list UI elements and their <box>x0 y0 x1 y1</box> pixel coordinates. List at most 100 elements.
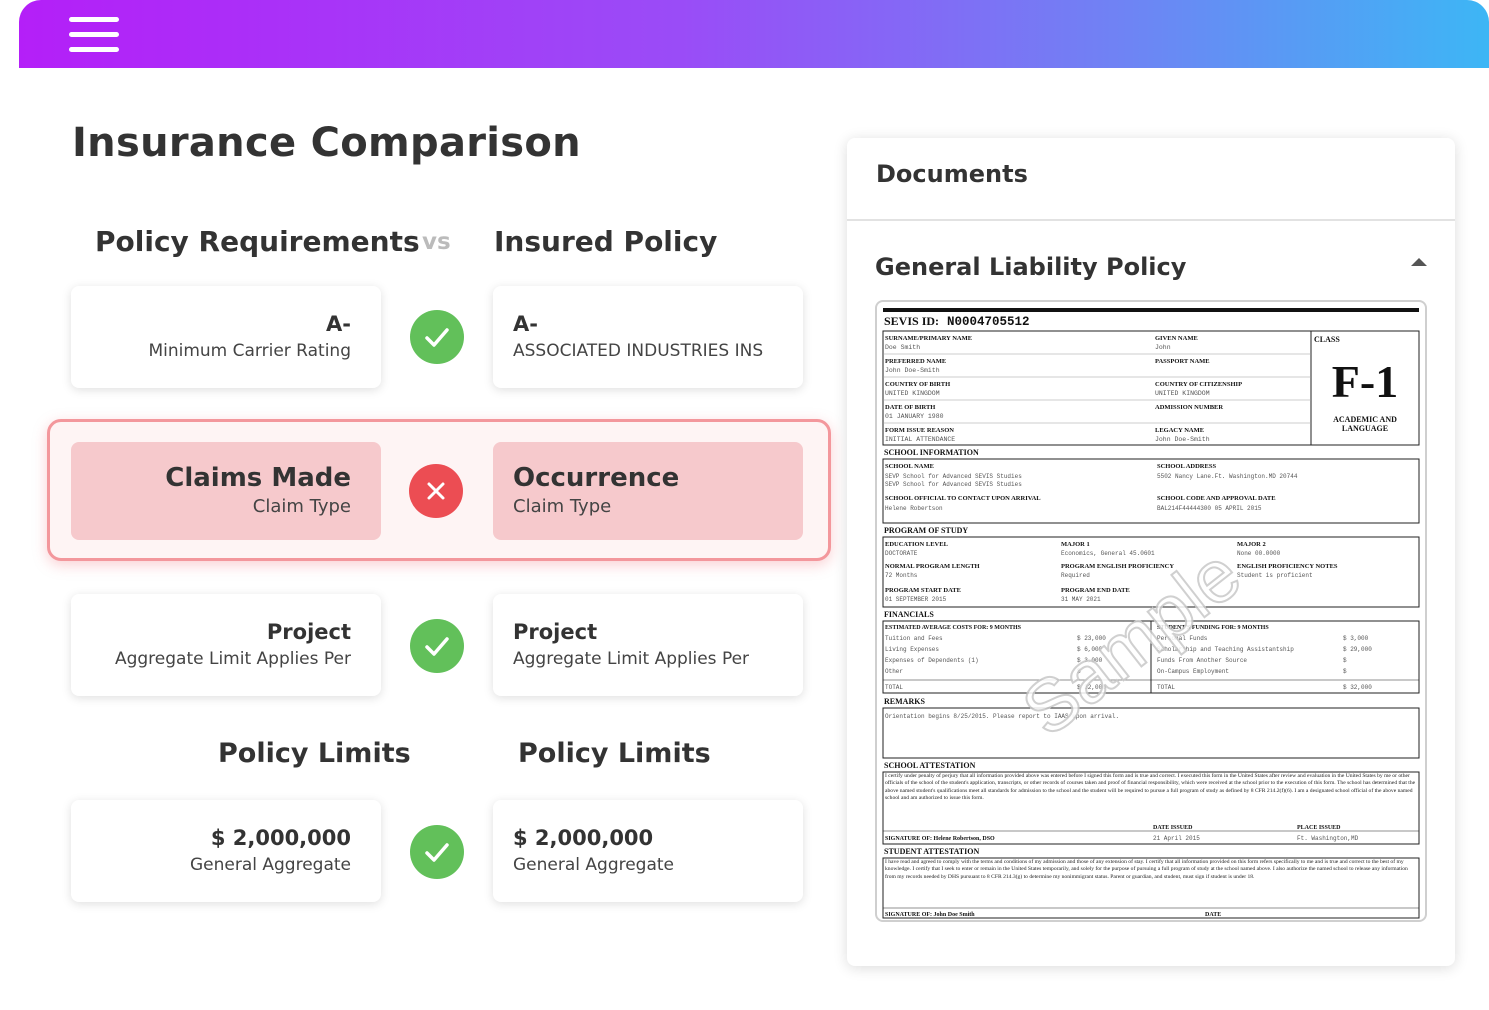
requirement-card-claim-type[interactable]: Claims Made Claim Type <box>71 442 381 540</box>
field-label: MAJOR 2 <box>1237 541 1266 548</box>
insured-card-claim-type[interactable]: Occurrence Claim Type <box>493 442 803 540</box>
class-label: CLASS <box>1314 335 1340 344</box>
requirement-card-carrier-rating[interactable]: A- Minimum Carrier Rating <box>71 286 381 388</box>
insured-value: Project <box>513 620 598 644</box>
insured-value: $ 2,000,000 <box>513 826 654 850</box>
date-label: DATE <box>1205 912 1221 918</box>
field-label: ENGLISH PROFICIENCY NOTES <box>1237 563 1338 570</box>
requirement-label: General Aggregate <box>189 855 351 875</box>
field-value: INITIAL ATTENDANCE <box>885 436 955 443</box>
cost-item: TOTAL <box>885 684 903 691</box>
place-issued: Ft. Washington,MD <box>1297 835 1359 842</box>
field-value: Required <box>1061 572 1090 579</box>
insured-value: Occurrence <box>513 463 680 493</box>
requirement-label: Claim Type <box>252 496 351 517</box>
requirement-card-general-aggregate[interactable]: $ 2,000,000 General Aggregate <box>71 800 381 902</box>
document-item-title[interactable]: General Liability Policy <box>875 253 1186 281</box>
field-value: None 00.0000 <box>1237 550 1281 557</box>
field-value: 01 SEPTEMBER 2015 <box>885 596 947 603</box>
field-label: LEGACY NAME <box>1155 427 1204 434</box>
field-value: John Doe-Smith <box>1155 436 1210 443</box>
field-label: SCHOOL NAME <box>885 463 934 470</box>
field-label: NORMAL PROGRAM LENGTH <box>885 563 980 570</box>
requirement-value: Project <box>266 620 351 644</box>
field-label: PREFERRED NAME <box>885 358 946 365</box>
field-label: EDUCATION LEVEL <box>885 541 949 548</box>
student-attestation-text: I have read and agreed to comply with th… <box>885 859 1408 880</box>
sevis-label: SEVIS ID: <box>884 314 939 328</box>
page-title: Insurance Comparison <box>72 120 581 166</box>
requirement-label: Minimum Carrier Rating <box>148 341 351 361</box>
field-label: PASSPORT NAME <box>1155 358 1210 365</box>
section-heading: PROGRAM OF STUDY <box>884 526 968 535</box>
insured-label: General Aggregate <box>513 855 675 875</box>
field-value: UNITED KINGDOM <box>885 390 940 397</box>
section-heading: SCHOOL ATTESTATION <box>884 761 976 770</box>
section-heading: REMARKS <box>884 697 925 706</box>
column-heading-insured-policy: Insured Policy <box>494 225 718 258</box>
field-label: SURNAME/PRIMARY NAME <box>885 335 972 342</box>
section-heading: FINANCIALS <box>884 610 934 619</box>
funding-amount: $ 3,000 <box>1343 635 1369 642</box>
field-value: 72 Months <box>885 572 918 579</box>
cost-item: Living Expenses <box>885 646 939 653</box>
top-header-bar <box>19 0 1489 68</box>
field-label: FORM ISSUE REASON <box>885 427 954 434</box>
document-preview[interactable]: SEVIS ID: N0004705512 SURNAME/PRIMARY NA… <box>875 300 1427 922</box>
funding-amount: $ <box>1343 668 1347 675</box>
field-value: Helene Robertson <box>885 505 943 512</box>
insured-card-carrier-rating[interactable]: A- ASSOCIATED INDUSTRIES INS <box>493 286 803 388</box>
section-heading: STUDENT ATTESTATION <box>884 847 979 856</box>
dso-signature: SIGNATURE OF: Helene Robertson, DSO <box>885 836 995 842</box>
field-value: 31 MAY 2021 <box>1061 596 1101 603</box>
funding-item: On-Campus Employment <box>1157 668 1229 675</box>
requirement-value: Claims Made <box>165 463 351 493</box>
insured-card-aggregate-limit[interactable]: Project Aggregate Limit Applies Per <box>493 594 803 696</box>
field-value: UNITED KINGDOM <box>1155 390 1210 397</box>
insured-label: ASSOCIATED INDUSTRIES INS <box>513 341 764 361</box>
field-value: Doe Smith <box>885 344 920 351</box>
collapse-caret-icon[interactable] <box>1409 254 1429 268</box>
school-attestation-text: I certify under penalty of perjury that … <box>885 773 1416 802</box>
field-value: BAL214F44444300 05 APRIL 2015 <box>1157 505 1262 512</box>
field-value: 01 JANUARY 1980 <box>885 413 944 420</box>
field-value: John <box>1155 344 1171 351</box>
requirement-value: A- <box>326 312 351 336</box>
field-label: ADMISSION NUMBER <box>1155 404 1223 411</box>
field-value: Economics, General 45.0601 <box>1061 550 1155 557</box>
vs-label: vs <box>422 229 451 255</box>
insured-card-general-aggregate[interactable]: $ 2,000,000 General Aggregate <box>493 800 803 902</box>
requirement-label: Aggregate Limit Applies Per <box>114 649 351 669</box>
cost-item: Tuition and Fees <box>885 635 943 642</box>
field-label: SCHOOL ADDRESS <box>1157 463 1216 470</box>
funding-amount: $ 29,000 <box>1343 646 1372 653</box>
requirement-card-aggregate-limit[interactable]: Project Aggregate Limit Applies Per <box>71 594 381 696</box>
field-value: DOCTORATE <box>885 550 918 557</box>
documents-divider <box>847 219 1455 221</box>
funding-item: TOTAL <box>1157 684 1175 691</box>
requirement-value: $ 2,000,000 <box>210 826 351 850</box>
cost-item: Expenses of Dependents (1) <box>885 657 979 664</box>
insured-label: Claim Type <box>513 496 612 517</box>
match-check-icon <box>410 619 464 673</box>
mismatch-x-icon <box>409 464 463 518</box>
class-sub: LANGUAGE <box>1342 424 1388 433</box>
field-label: DATE OF BIRTH <box>885 404 935 411</box>
field-label: MAJOR 1 <box>1061 541 1090 548</box>
field-label: SCHOOL CODE AND APPROVAL DATE <box>1157 495 1276 502</box>
field-label: GIVEN NAME <box>1155 335 1198 342</box>
column-heading-policy-requirements: Policy Requirements <box>95 225 420 258</box>
place-issued-label: PLACE ISSUED <box>1297 825 1341 831</box>
cost-item: Other <box>885 668 903 675</box>
documents-panel: Documents General Liability Policy SEVIS… <box>847 138 1455 966</box>
match-check-icon <box>410 825 464 879</box>
hamburger-menu-icon[interactable] <box>69 17 119 53</box>
match-check-icon <box>410 310 464 364</box>
documents-title: Documents <box>876 160 1028 188</box>
field-value: Student is proficient <box>1237 572 1313 579</box>
class-sub: ACADEMIC AND <box>1333 415 1397 424</box>
date-issued-label: DATE ISSUED <box>1153 825 1193 831</box>
field-label: PROGRAM END DATE <box>1061 587 1130 594</box>
class-value: F-1 <box>1332 356 1398 407</box>
field-value: John Doe-Smith <box>885 367 940 374</box>
